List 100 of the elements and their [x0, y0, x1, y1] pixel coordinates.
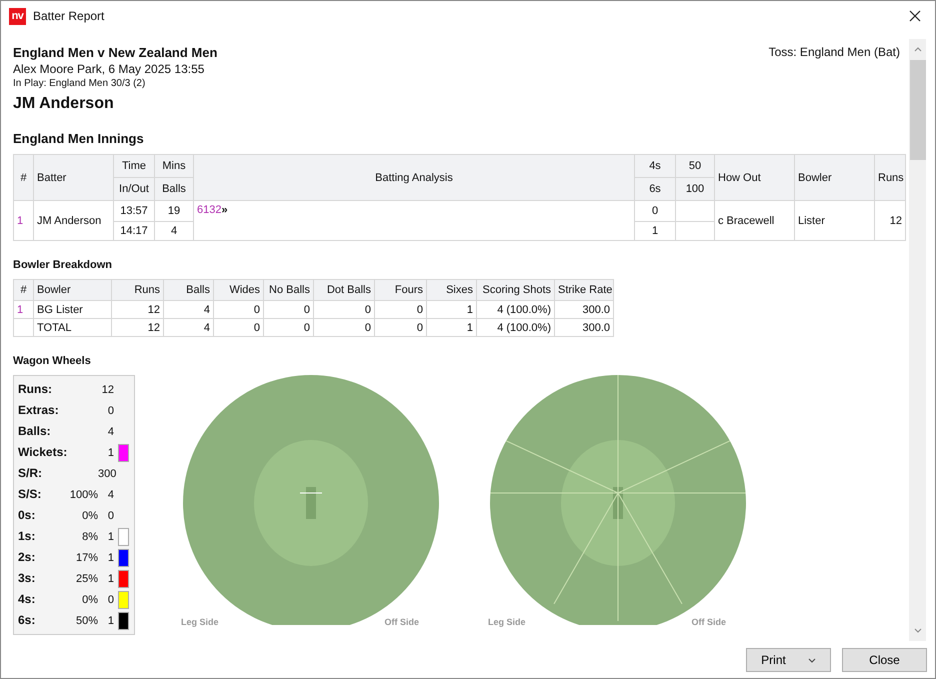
stat-percent: 100% — [68, 488, 98, 500]
table-cell: 1 — [14, 200, 34, 240]
match-venue: Alex Moore Park, 6 May 2025 13:55 — [13, 62, 206, 76]
stat-label: 2s: — [18, 549, 36, 566]
batter-name: JM Anderson — [13, 95, 115, 113]
table-cell: 6132» — [194, 200, 634, 240]
table-cell: 0 — [314, 318, 374, 336]
column-header: How Out — [714, 154, 794, 200]
column-header: 4s — [634, 154, 676, 178]
stat-label: 3s: — [18, 570, 36, 587]
window-title: Batter Report — [33, 9, 106, 23]
stat-percent: 50% — [74, 614, 98, 626]
stat-percent: 25% — [74, 572, 98, 584]
column-header: # — [14, 280, 34, 300]
table-cell: 0 — [264, 300, 314, 318]
off-side-label: Off Side — [691, 617, 726, 627]
stat-value: 1 — [106, 552, 115, 564]
match-title: England Men v New Zealand Men — [13, 45, 218, 60]
table-cell: 300.0 — [554, 318, 614, 336]
table-cell: c Bracewell — [714, 200, 794, 240]
table-cell: 1 — [426, 300, 476, 318]
print-button[interactable]: Print — [746, 648, 831, 672]
table-cell: BG Lister — [34, 300, 112, 318]
bowler-breakdown-title: Bowler Breakdown — [13, 259, 114, 271]
table-cell: TOTAL — [34, 318, 112, 336]
table-cell: 0 — [314, 300, 374, 318]
table-cell: Lister — [794, 200, 874, 240]
stat-percent: 0% — [81, 510, 98, 522]
table-cell: 1 — [426, 318, 476, 336]
stat-value: 1 — [106, 446, 115, 458]
column-header: Time — [114, 154, 154, 178]
stat-value: 1 — [106, 530, 115, 542]
stat-label: S/R: — [18, 465, 43, 482]
column-header: Balls — [164, 280, 214, 300]
scrollbar[interactable] — [909, 39, 926, 641]
table-cell: 14:17 — [114, 222, 154, 240]
stat-value: 300 — [98, 468, 118, 480]
off-side-label: Off Side — [384, 617, 419, 627]
table-cell: 1 — [634, 222, 676, 240]
scrollbar-thumb[interactable] — [910, 60, 926, 160]
table-cell: 4 — [164, 300, 214, 318]
app-logo: nv — [9, 8, 26, 24]
stat-label: 0s: — [18, 507, 36, 524]
stat-value: 4 — [106, 488, 115, 500]
stat-value: 0 — [106, 594, 115, 606]
table-cell: 0 — [264, 318, 314, 336]
leg-side-label: Leg Side — [181, 617, 219, 627]
stat-label: Runs: — [18, 381, 53, 398]
stat-percent: 8% — [81, 530, 98, 542]
stat-value: 0 — [106, 510, 115, 522]
stat-label: 4s: — [18, 591, 36, 608]
table-cell: 0 — [214, 318, 264, 336]
stat-label: Extras: — [18, 402, 60, 419]
column-header: In/Out — [114, 178, 154, 200]
stat-value: 1 — [106, 572, 115, 584]
column-header: Runs — [112, 280, 164, 300]
column-header: 6s — [634, 178, 676, 200]
column-header: Dot Balls — [314, 280, 374, 300]
table-cell: 12 — [874, 200, 906, 240]
stat-value: 0 — [106, 404, 115, 416]
table-cell: 19 — [154, 200, 194, 222]
table-cell: 0 — [634, 200, 676, 222]
stat-percent: 17% — [74, 552, 98, 564]
stat-value: 1 — [106, 614, 115, 626]
in-play-status: In Play: England Men 30/3 (2) — [13, 78, 146, 89]
close-icon[interactable] — [909, 10, 921, 22]
stat-value: 4 — [106, 426, 115, 438]
column-header: 50 — [676, 154, 714, 178]
table-cell: 13:57 — [114, 200, 154, 222]
table-cell: 0 — [214, 300, 264, 318]
table-cell: 0 — [374, 318, 426, 336]
column-header: Mins — [154, 154, 194, 178]
column-header: Runs — [874, 154, 906, 200]
shot-line — [300, 492, 322, 494]
table-cell: 300.0 — [554, 300, 614, 318]
column-header: Wides — [214, 280, 264, 300]
column-header: Strike Rate — [554, 280, 614, 300]
leg-side-label: Leg Side — [488, 617, 526, 627]
table-cell: JM Anderson — [34, 200, 114, 240]
table-cell: 12 — [112, 318, 164, 336]
column-header: 100 — [676, 178, 714, 200]
column-header: Bowler — [34, 280, 112, 300]
column-header: # — [14, 154, 34, 200]
table-cell: 4 (100.0%) — [476, 318, 554, 336]
table-cell: 4 (100.0%) — [476, 300, 554, 318]
innings-title: England Men Innings — [13, 131, 145, 146]
close-button[interactable]: Close — [842, 648, 927, 672]
table-cell: 4 — [164, 318, 214, 336]
stat-percent: 0% — [81, 594, 98, 606]
table-cell: 0 — [374, 300, 426, 318]
column-header: Batter — [34, 154, 114, 200]
stat-value: 12 — [100, 384, 115, 396]
column-header: Sixes — [426, 280, 476, 300]
column-header: Bowler — [794, 154, 874, 200]
column-header: No Balls — [264, 280, 314, 300]
stat-label: Wickets: — [18, 444, 66, 461]
stat-label: 6s: — [18, 612, 36, 629]
stat-label: S/S: — [18, 486, 42, 503]
stat-label: 1s: — [18, 528, 36, 545]
column-header: Scoring Shots — [476, 280, 554, 300]
